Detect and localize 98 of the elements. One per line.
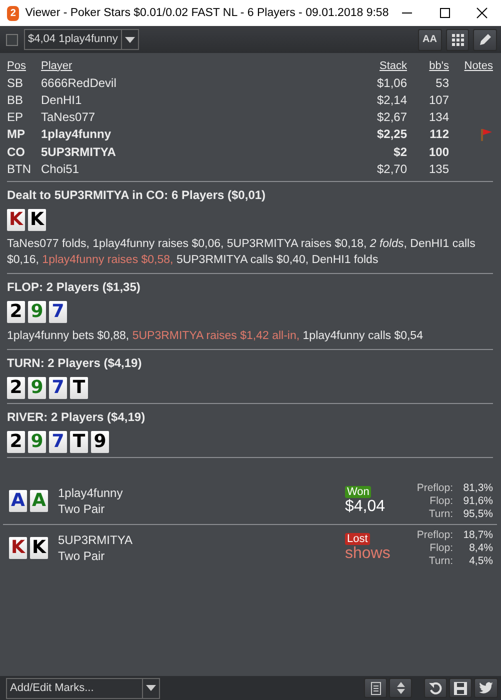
hand-select[interactable]: $4,04 1play4funny xyxy=(24,29,139,50)
playing-card: 9 xyxy=(28,301,46,324)
player-name: 1play4funny xyxy=(58,485,124,502)
table-cell-text: SB xyxy=(7,76,24,90)
action-text: TaNes077 folds, 1play4funny raises $0,06, 5UP3RMITYA raises $0,18, 2 folds, DenHI1 calls $0,16, 1play4funny raises $0,58, 5UP3RMITYA calls $0,40, DenHI1 folds xyxy=(7,237,476,268)
save-button[interactable] xyxy=(449,678,472,698)
playing-card: T xyxy=(70,377,88,400)
outcome-badge: Lost xyxy=(345,533,370,546)
table-cell-text: $2,25 xyxy=(376,127,407,142)
equity-label: Flop: xyxy=(430,494,453,508)
edit-button[interactable] xyxy=(473,28,497,50)
table-cell-text: TaNes077 xyxy=(41,110,96,124)
table-cell-text: BTN xyxy=(7,162,32,176)
table-cell-text: MP xyxy=(7,127,26,142)
street-heading: TURN: 2 Players ($4,19) xyxy=(7,356,143,370)
app-logo: 2 xyxy=(7,6,20,20)
playing-card: 7 xyxy=(49,431,67,454)
equity-value: 95,5% xyxy=(462,508,493,521)
playing-card: K xyxy=(28,209,46,232)
equity-label: Preflop: xyxy=(416,482,453,495)
table-cell-text: $2,67 xyxy=(376,110,407,124)
playing-card: 9 xyxy=(91,431,109,454)
table-cell-text: $2,70 xyxy=(376,162,407,176)
dropdown-icon xyxy=(124,36,135,42)
outcome-badge: Won xyxy=(345,486,372,498)
playing-card: 2 xyxy=(7,377,25,400)
playing-card: 7 xyxy=(49,301,67,324)
equity-label: Flop: xyxy=(430,542,453,555)
equity-value: 8,4% xyxy=(468,542,493,555)
window-title: Viewer - Poker Stars $0.01/0.02 FAST NL - 6 Players - 09.01.2018 9:58 xyxy=(25,7,389,19)
street-heading: RIVER: 2 Players ($4,19) xyxy=(7,410,146,424)
grid-icon xyxy=(452,34,464,46)
column-header[interactable]: bb's xyxy=(407,60,449,72)
column-header[interactable]: Player xyxy=(41,60,327,72)
checkbox[interactable] xyxy=(6,34,18,46)
column-header[interactable]: Stack xyxy=(327,60,407,72)
notes-button[interactable] xyxy=(364,678,387,698)
sort-button[interactable] xyxy=(389,678,412,698)
playing-card: K xyxy=(7,209,25,232)
table-cell-text: 135 xyxy=(428,162,449,176)
minimize-icon xyxy=(402,12,412,14)
equity-value: 81,3% xyxy=(462,482,493,495)
font-size-button[interactable]: AA xyxy=(418,28,442,50)
table-cell-text: 1play4funny xyxy=(41,127,112,142)
pencil-icon xyxy=(478,32,492,46)
share-button[interactable] xyxy=(474,678,498,698)
grid-button[interactable] xyxy=(446,28,469,50)
equity-value: 18,7% xyxy=(462,528,493,542)
table-cell-text: 6666RedDevil xyxy=(41,76,118,90)
playing-card: 7 xyxy=(49,377,67,400)
table-cell-text: 100 xyxy=(428,144,449,159)
equity-label: Turn: xyxy=(428,508,453,521)
table-cell-text: $2 xyxy=(392,144,407,159)
table-cell-text: 134 xyxy=(428,110,449,124)
table-cell-text: 107 xyxy=(428,92,449,107)
playing-card: A xyxy=(9,490,27,512)
column-header[interactable]: Notes xyxy=(449,60,493,72)
table-cell-text: BB xyxy=(7,92,24,107)
table-cell-text: CO xyxy=(7,144,26,159)
equity-label: Turn: xyxy=(428,554,453,568)
equity-value: 91,6% xyxy=(462,494,493,508)
playing-card: 2 xyxy=(7,301,25,324)
playing-card: T xyxy=(70,431,88,454)
hand-rank: Two Pair xyxy=(58,501,106,518)
maximize-icon xyxy=(438,7,451,19)
equity-label: Preflop: xyxy=(416,528,453,542)
street-heading: Dealt to 5UP3RMITYA in CO: 6 Players ($0,01) xyxy=(7,188,267,202)
table-cell-text: 5UP3RMITYA xyxy=(41,144,117,159)
result-amount: $4,04 xyxy=(345,498,386,516)
playing-card: K xyxy=(30,537,48,560)
playing-card: 2 xyxy=(7,431,25,454)
playing-card: K xyxy=(9,537,27,560)
refresh-icon xyxy=(429,682,442,694)
save-icon xyxy=(454,682,467,694)
street-heading: FLOP: 2 Players ($1,35) xyxy=(7,280,142,294)
playing-card: A xyxy=(30,490,48,512)
equity-value: 4,5% xyxy=(468,554,493,568)
table-cell-text: $1,06 xyxy=(376,76,407,90)
refresh-button[interactable] xyxy=(424,678,447,698)
table-cell-text: 112 xyxy=(428,127,449,142)
table-cell-text: DenHI1 xyxy=(41,92,83,107)
table-cell-text: EP xyxy=(7,110,24,124)
bird-icon xyxy=(479,682,493,694)
document-icon xyxy=(370,682,380,694)
column-header[interactable]: Pos xyxy=(7,60,41,72)
playing-card: 9 xyxy=(28,431,46,454)
player-name: 5UP3RMITYA xyxy=(58,532,134,548)
table-cell-text: $2,14 xyxy=(376,92,407,107)
result-amount: shows xyxy=(345,545,390,564)
up-down-icon xyxy=(396,682,404,694)
close-icon xyxy=(476,7,488,19)
playing-card: 9 xyxy=(28,377,46,400)
action-text: 1play4funny bets $0,88, 5UP3RMITYA raises $1,42 all-in, 1play4funny calls $0,54 xyxy=(7,329,424,344)
table-cell-text: Choi51 xyxy=(41,162,80,176)
hand-rank: Two Pair xyxy=(58,548,106,564)
dropdown-icon xyxy=(146,685,156,691)
table-cell-text: 53 xyxy=(434,76,449,90)
marks-select[interactable]: Add/Edit Marks... xyxy=(6,678,160,698)
